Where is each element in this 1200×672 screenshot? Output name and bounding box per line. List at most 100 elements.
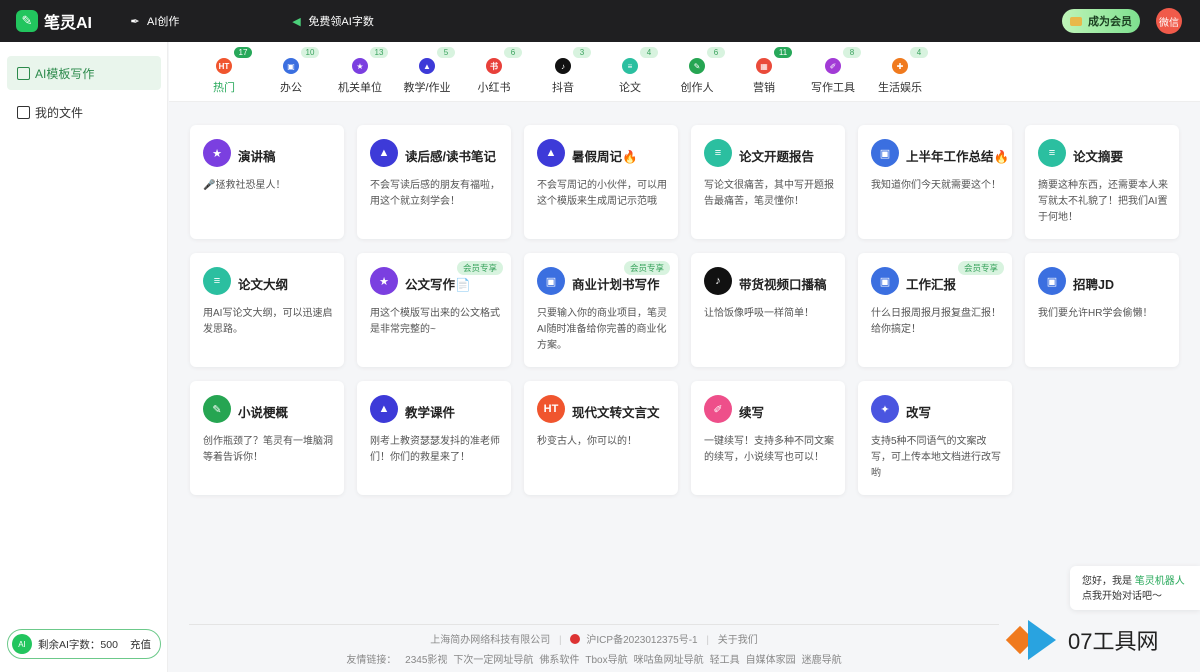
become-vip-button[interactable]: 成为会员 <box>1062 9 1140 33</box>
tab-item[interactable]: 4 ≡ 论文 <box>595 42 665 102</box>
tab-icon: ✎ <box>689 58 705 74</box>
template-icon: HT <box>537 395 565 423</box>
tab-item[interactable]: 6 ✎ 创作人 <box>662 42 732 102</box>
tab-item[interactable]: 10 ▣ 办公 <box>256 42 326 102</box>
tab-item[interactable]: 3 ♪ 抖音 <box>528 42 598 102</box>
friend-link[interactable]: Tbox导航 <box>585 655 627 666</box>
tab-label: 抖音 <box>552 82 574 94</box>
template-description: 创作瓶颈了？笔灵有一堆脑洞等着告诉你！ <box>203 436 333 463</box>
vip-only-badge: 会员专享 <box>957 261 1004 275</box>
company-name: 上海简办网络科技有限公司 <box>430 635 551 646</box>
template-icon: ▲ <box>537 139 565 167</box>
logo-text: 笔灵AI <box>44 15 93 32</box>
template-card[interactable]: ▣ 商业计划书写作 只要输入你的商业项目，笔灵AI随时准备给你完善的商业化方案。 会员… <box>524 253 678 367</box>
template-description: 不会写周记的小伙伴，可以用这个模版来生成周记示范哦 <box>537 180 667 207</box>
ai-create-link[interactable]: ✒ AI创作 <box>128 13 179 29</box>
template-icon: ▣ <box>1038 267 1066 295</box>
template-title: 论文大纲 <box>238 278 289 292</box>
template-icon: ▣ <box>871 267 899 295</box>
watermark-text: 07工具网 <box>1068 629 1159 654</box>
tab-item[interactable]: 8 ✐ 写作工具 <box>798 42 868 102</box>
template-card[interactable]: ✦ 改写 支持5种不同语气的文案改写，可上传本地文档进行改写哟 <box>858 381 1012 495</box>
template-card[interactable]: ▲ 教学课件 刚考上教资瑟瑟发抖的准老师们！你们的救星来了！ <box>357 381 511 495</box>
logo[interactable]: ✎ 笔灵AI <box>16 9 92 33</box>
template-card[interactable]: ▲ 暑假周记🔥 不会写周记的小伙伴，可以用这个模版来生成周记示范哦 <box>524 125 678 239</box>
template-icon <box>17 66 30 80</box>
footer-links: 友情链接： 2345影视 下次一定网址导航 佛系软件 Tbox导航 咪咕鱼网址导航 轻工具… <box>189 651 999 666</box>
template-card[interactable]: ♪ 带货视频口播稿 让恰饭像呼吸一样简单！ <box>691 253 845 367</box>
template-icon: ★ <box>370 267 398 295</box>
template-description: 一键续写！支持多种不同文案的续写，小说续写也可以！ <box>704 436 834 463</box>
watermark: 07工具网 <box>1005 612 1198 668</box>
template-title: 公文写作📄 <box>405 278 471 292</box>
template-description: 摘要这种东西，还需要本人来写就太不礼貌了！把我们AI置于何地！ <box>1038 180 1168 223</box>
friend-link[interactable]: 2345影视 <box>405 655 447 666</box>
template-card[interactable]: ≡ 论文摘要 摘要这种东西，还需要本人来写就太不礼貌了！把我们AI置于何地！ <box>1025 125 1179 239</box>
top-bar: ✎ 笔灵AI ✒ AI创作 ◀ 免费领AI字数 成为会员 微信 <box>0 0 1200 42</box>
template-card[interactable]: ★ 公文写作📄 用这个模版写出来的公文格式是非常完整的~ 会员专享 <box>357 253 511 367</box>
friend-link[interactable]: 迷鹿导航 <box>802 655 842 666</box>
tab-item[interactable]: 4 ✚ 生活娱乐 <box>865 42 935 102</box>
template-description: 刚考上教资瑟瑟发抖的准老师们！你们的救星来了！ <box>370 436 500 463</box>
tab-icon: ▲ <box>419 58 435 74</box>
police-icon <box>570 634 581 644</box>
friend-link[interactable]: 佛系软件 <box>539 655 579 666</box>
tab-icon: HT <box>216 58 232 74</box>
template-card[interactable]: ★ 演讲稿 🎤拯救社恐星人！ <box>190 125 344 239</box>
friend-link[interactable]: 轻工具 <box>710 655 740 666</box>
template-card[interactable]: ▣ 招聘JD 我们要允许HR学会偷懒！ <box>1025 253 1179 367</box>
vip-only-badge: 会员专享 <box>456 261 503 275</box>
file-icon <box>17 105 30 119</box>
recharge-button[interactable]: 充值 <box>130 637 151 652</box>
tab-count-badge: 13 <box>370 47 388 58</box>
chat-bubble[interactable]: 您好，我是 笔灵机器人 点我开始对话吧～ <box>1070 566 1200 610</box>
sidebar-item-ai-template[interactable]: AI模板写作 <box>7 56 161 90</box>
tab-item[interactable]: 11 ▦ 营销 <box>729 42 799 102</box>
template-title: 现代文转文言文 <box>572 406 660 420</box>
friend-link[interactable]: 下次一定网址导航 <box>453 655 533 666</box>
template-description: 我知道你们今天就需要这个！ <box>871 180 1001 191</box>
friend-link[interactable]: 自媒体家园 <box>746 655 796 666</box>
template-card[interactable]: HT 现代文转文言文 秒变古人，你可以的！ <box>524 381 678 495</box>
tab-item[interactable]: 13 ★ 机关单位 <box>325 42 395 102</box>
tab-count-badge: 5 <box>437 47 455 58</box>
avatar[interactable]: 微信 <box>1156 8 1182 34</box>
template-description: 什么日报周报月报复盘汇报！给你搞定！ <box>871 308 1001 335</box>
friend-link[interactable]: 咪咕鱼网址导航 <box>634 655 704 666</box>
megaphone-icon: ◀ <box>292 15 301 28</box>
template-description: 写论文很痛苦，其中写开题报告最痛苦，笔灵懂你！ <box>704 180 834 207</box>
about-link[interactable]: 关于我们 <box>718 635 758 646</box>
tab-count-badge: 6 <box>707 47 725 58</box>
icp-link[interactable]: 沪ICP备2023012375号-1 <box>586 635 697 646</box>
template-title: 续写 <box>739 406 765 420</box>
template-card[interactable]: ≡ 论文开题报告 写论文很痛苦，其中写开题报告最痛苦，笔灵懂你！ <box>691 125 845 239</box>
tab-count-badge: 8 <box>843 47 861 58</box>
template-card[interactable]: ▲ 读后感/读书笔记 不会写读后感的朋友有福啦，用这个就立刻学会！ <box>357 125 511 239</box>
template-card[interactable]: ✐ 续写 一键续写！支持多种不同文案的续写，小说续写也可以！ <box>691 381 845 495</box>
tab-item[interactable]: 6 书小红书 <box>459 42 529 102</box>
template-description: 支持5种不同语气的文案改写，可上传本地文档进行改写哟 <box>871 436 1001 479</box>
template-title: 商业计划书写作 <box>572 278 660 292</box>
free-words-link[interactable]: ◀ 免费领AI字数 <box>289 13 374 29</box>
tab-count-badge: 10 <box>301 47 319 58</box>
tab-icon: 书 <box>486 58 502 74</box>
template-icon: ▣ <box>871 139 899 167</box>
template-icon: ★ <box>203 139 231 167</box>
template-icon: ▲ <box>370 139 398 167</box>
tab-item[interactable]: 17 HT 热门 <box>189 42 259 102</box>
template-icon: ✎ <box>203 395 231 423</box>
sidebar-item-label: 我的文件 <box>35 105 84 120</box>
tab-item[interactable]: 5 ▲ 教学/作业 <box>392 42 462 102</box>
template-card[interactable]: ≡ 论文大纲 用AI写论文大纲，可以迅速启发思路。 <box>190 253 344 367</box>
tab-label: 机关单位 <box>338 82 382 94</box>
tab-label: 写作工具 <box>811 82 855 94</box>
template-card[interactable]: ✎ 小说梗概 创作瓶颈了？笔灵有一堆脑洞等着告诉你！ <box>190 381 344 495</box>
template-title: 带货视频口播稿 <box>739 278 827 292</box>
template-card[interactable]: ▣ 上半年工作总结🔥 我知道你们今天就需要这个！ <box>858 125 1012 239</box>
template-description: 我们要允许HR学会偷懒！ <box>1038 308 1153 319</box>
template-card[interactable]: ▣ 工作汇报 什么日报周报月报复盘汇报！给你搞定！ 会员专享 <box>858 253 1012 367</box>
sidebar-item-my-files[interactable]: 我的文件 <box>7 95 161 129</box>
sidebar: AI模板写作 我的文件 AI 剩余AI字数：500 充值 <box>0 42 168 672</box>
footer-divider <box>189 624 999 625</box>
tab-count-badge: 4 <box>910 47 928 58</box>
